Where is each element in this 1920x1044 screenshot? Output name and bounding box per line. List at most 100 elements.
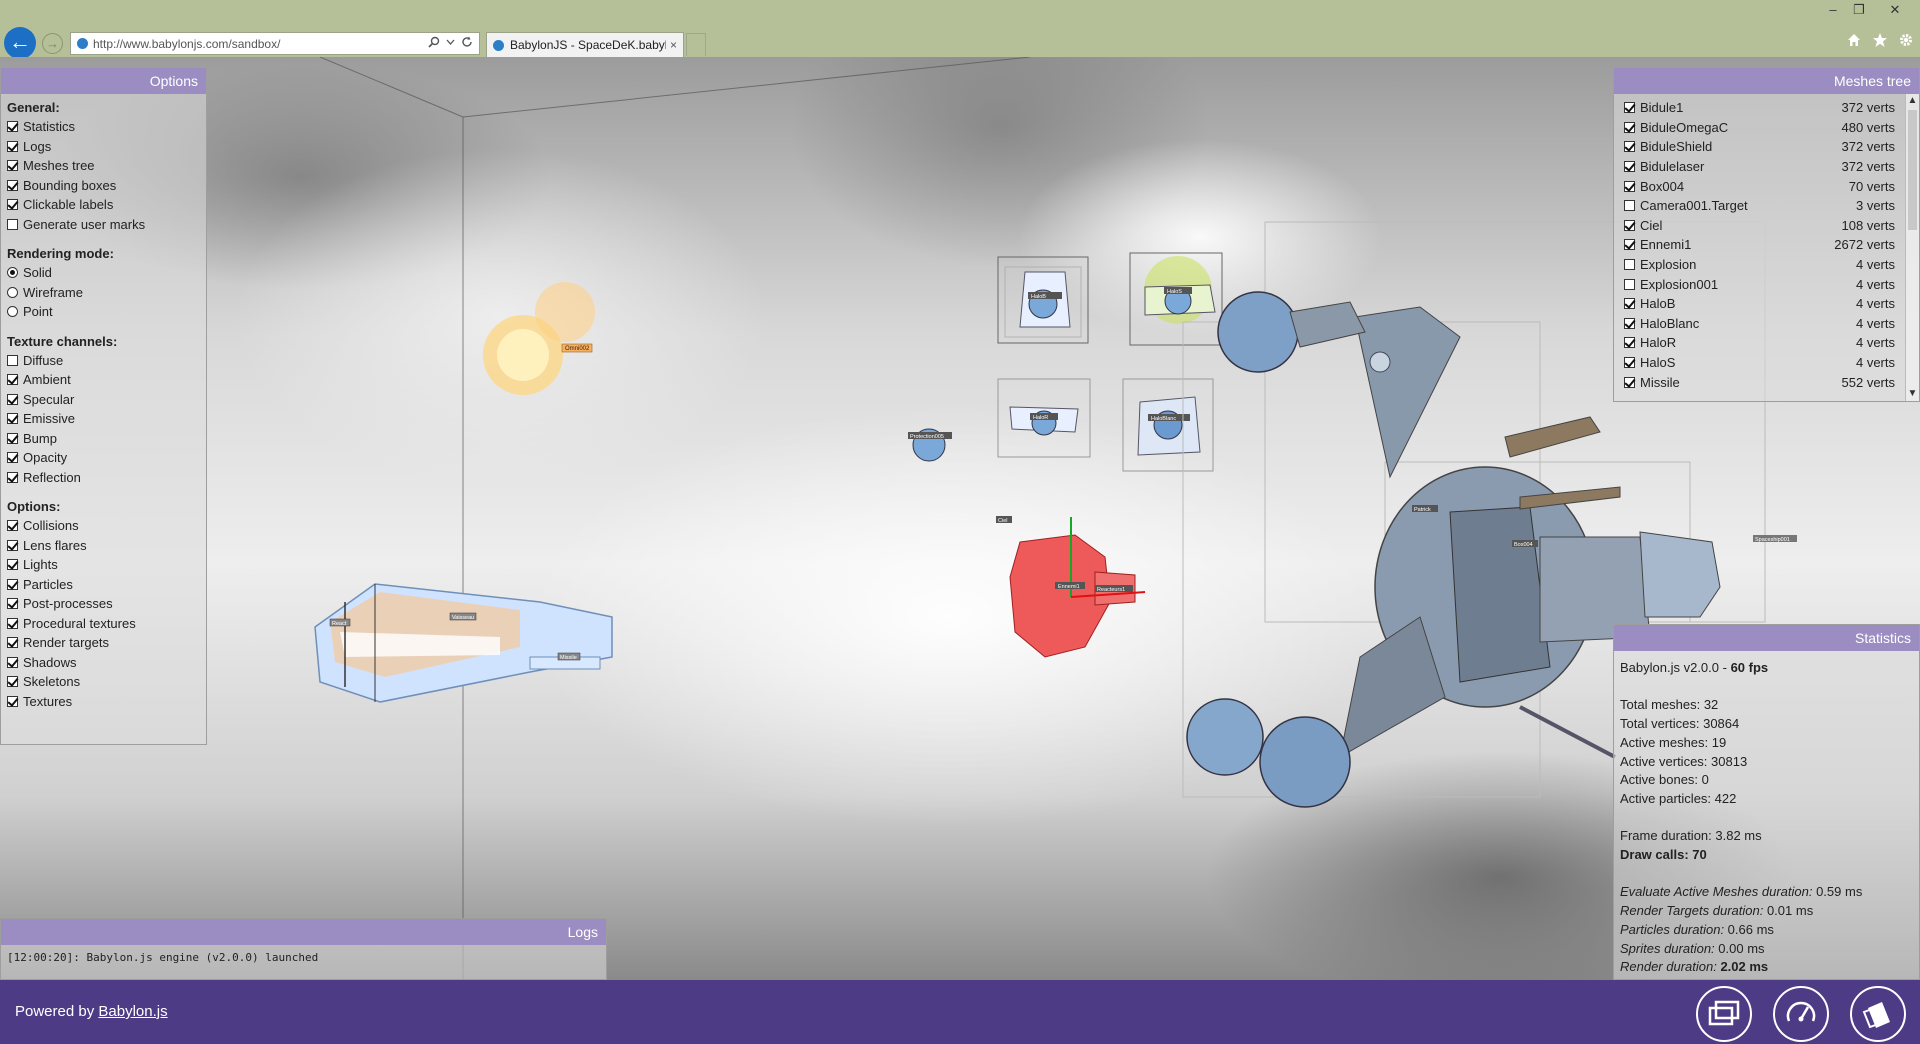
mesh-name[interactable]: HaloR (1640, 335, 1856, 350)
mesh-visibility-checkbox[interactable] (1624, 298, 1635, 310)
fullscreen-button[interactable] (1696, 986, 1752, 1042)
mesh-item[interactable]: HaloS 4 verts (1624, 353, 1919, 373)
checkbox[interactable] (7, 539, 18, 551)
spaceship-label[interactable]: Spaceship001 (1755, 537, 1790, 543)
checkbox[interactable] (7, 471, 18, 483)
texture-emissive[interactable]: Emissive (7, 409, 200, 429)
mesh-item[interactable]: Bidule1 372 verts (1624, 98, 1919, 118)
mesh-visibility-checkbox[interactable] (1624, 259, 1635, 271)
radio-button[interactable] (7, 267, 18, 279)
option-procedural-textures[interactable]: Procedural textures (7, 614, 200, 634)
refresh-icon[interactable] (461, 36, 473, 51)
checkbox[interactable] (7, 695, 18, 707)
mesh-visibility-checkbox[interactable] (1624, 278, 1635, 290)
mesh-visibility-checkbox[interactable] (1624, 376, 1635, 388)
box-label[interactable]: Box004 (1514, 542, 1533, 548)
option-meshes-tree[interactable]: Meshes tree (7, 156, 200, 176)
mesh-item[interactable]: Ennemi1 2672 verts (1624, 235, 1919, 255)
mesh-name[interactable]: HaloBlanc (1640, 316, 1856, 331)
mesh-name[interactable]: Bidulelaser (1640, 159, 1842, 174)
new-tab-button[interactable] (686, 33, 706, 56)
option-particles[interactable]: Particles (7, 575, 200, 595)
back-button[interactable]: ← (4, 27, 36, 59)
checkbox[interactable] (7, 676, 18, 688)
mesh-name[interactable]: HaloS (1640, 355, 1856, 370)
omni-light[interactable]: Omni002 (483, 282, 595, 395)
mesh-name[interactable]: Ennemi1 (1640, 237, 1834, 252)
mesh-visibility-checkbox[interactable] (1624, 161, 1635, 173)
forward-button[interactable]: → (42, 33, 63, 54)
checkbox[interactable] (7, 617, 18, 629)
missile-label[interactable]: Missile (560, 655, 577, 661)
option-clickable-labels[interactable]: Clickable labels (7, 195, 200, 215)
radio-button[interactable] (7, 306, 18, 318)
halo-blanc[interactable]: HaloBlanc (1122, 378, 1214, 472)
mesh-item[interactable]: BiduleOmegaC 480 verts (1624, 118, 1919, 138)
checkbox[interactable] (7, 393, 18, 405)
checkbox[interactable] (7, 656, 18, 668)
ciel-label[interactable]: Ciel (998, 518, 1007, 524)
mesh-visibility-checkbox[interactable] (1624, 102, 1635, 114)
address-url[interactable]: http://www.babylonjs.com/sandbox/ (93, 37, 428, 51)
search-icon[interactable] (428, 36, 440, 51)
open-file-button[interactable] (1850, 986, 1906, 1042)
mesh-item[interactable]: HaloB 4 verts (1624, 294, 1919, 314)
star-icon[interactable] (1872, 32, 1888, 53)
enemy-ship[interactable]: Ennemi1 Reacteurs1 (1009, 517, 1146, 658)
halo-blanc-label[interactable]: HaloBlanc (1151, 416, 1176, 422)
mesh-item[interactable]: Ciel 108 verts (1624, 216, 1919, 236)
checkbox[interactable] (7, 598, 18, 610)
option-collisions[interactable]: Collisions (7, 516, 200, 536)
scroll-down-icon[interactable]: ▼ (1906, 387, 1919, 401)
mesh-name[interactable]: Box004 (1640, 179, 1849, 194)
mesh-item[interactable]: HaloBlanc 4 verts (1624, 314, 1919, 334)
scrollbar-thumb[interactable] (1908, 110, 1917, 230)
react-label[interactable]: React (332, 621, 347, 627)
render-mode-point[interactable]: Point (7, 302, 200, 322)
mesh-visibility-checkbox[interactable] (1624, 357, 1635, 369)
mesh-name[interactable]: Camera001.Target (1640, 198, 1856, 213)
checkbox[interactable] (7, 559, 18, 571)
option-shadows[interactable]: Shadows (7, 653, 200, 673)
mesh-name[interactable]: Explosion (1640, 257, 1856, 272)
mesh-item[interactable]: Missile 552 verts (1624, 372, 1919, 392)
address-bar[interactable]: http://www.babylonjs.com/sandbox/ (70, 32, 480, 55)
halo-b-label[interactable]: HaloB (1031, 294, 1046, 300)
protection-sphere[interactable]: Protection005 (908, 428, 952, 462)
mesh-item[interactable]: Explosion 4 verts (1624, 255, 1919, 275)
mesh-item[interactable]: HaloR 4 verts (1624, 333, 1919, 353)
tab-close-icon[interactable]: × (670, 38, 677, 52)
mesh-visibility-checkbox[interactable] (1624, 337, 1635, 349)
gear-icon[interactable] (1898, 32, 1914, 53)
checkbox[interactable] (7, 413, 18, 425)
mesh-visibility-checkbox[interactable] (1624, 141, 1635, 153)
mesh-visibility-checkbox[interactable] (1624, 180, 1635, 192)
texture-diffuse[interactable]: Diffuse (7, 351, 200, 371)
mesh-item[interactable]: Box004 70 verts (1624, 176, 1919, 196)
halo-r-label[interactable]: HaloR (1033, 415, 1048, 421)
checkbox[interactable] (7, 452, 18, 464)
mesh-name[interactable]: BiduleShield (1640, 139, 1842, 154)
mesh-item[interactable]: BiduleShield 372 verts (1624, 137, 1919, 157)
texture-bump[interactable]: Bump (7, 429, 200, 449)
mesh-name[interactable]: Missile (1640, 375, 1842, 390)
checkbox[interactable] (7, 354, 18, 366)
texture-reflection[interactable]: Reflection (7, 468, 200, 488)
babylonjs-link[interactable]: Babylon.js (98, 1003, 167, 1020)
mesh-name[interactable]: HaloB (1640, 296, 1856, 311)
halo-r[interactable]: HaloR (997, 378, 1091, 458)
minimize-button[interactable]: – (1820, 2, 1846, 17)
player-spaceship[interactable]: Vaisseau React Missile (314, 583, 613, 703)
chevron-down-icon[interactable] (446, 36, 455, 51)
protection-label[interactable]: Protection005 (910, 434, 944, 440)
home-icon[interactable] (1846, 32, 1862, 53)
checkbox[interactable] (7, 199, 18, 211)
option-generate-user-marks[interactable]: Generate user marks (7, 215, 200, 235)
option-logs[interactable]: Logs (7, 137, 200, 157)
checkbox[interactable] (7, 218, 18, 230)
checkbox[interactable] (7, 578, 18, 590)
patrick-label[interactable]: Patrick (1414, 507, 1431, 513)
option-lights[interactable]: Lights (7, 555, 200, 575)
texture-specular[interactable]: Specular (7, 390, 200, 410)
option-bounding-boxes[interactable]: Bounding boxes (7, 176, 200, 196)
